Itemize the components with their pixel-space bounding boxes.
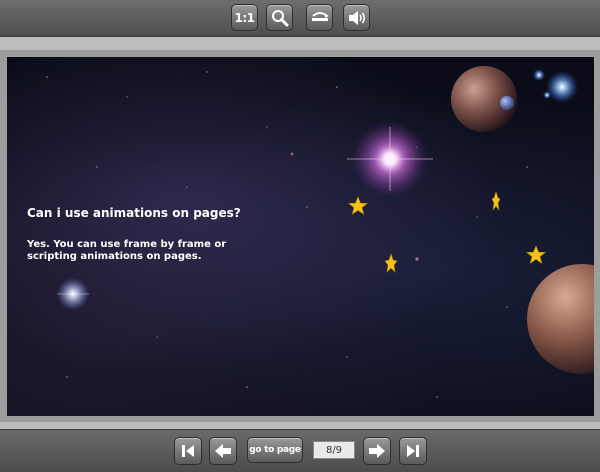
last-page-button[interactable]: [399, 437, 427, 465]
star-icon: [491, 191, 501, 211]
page-indicator[interactable]: 8/9: [313, 441, 355, 459]
page-answer: Yes. You can use frame by frame or scrip…: [27, 239, 227, 262]
page-question: Can i use animations on pages?: [27, 206, 241, 220]
previous-page-button[interactable]: [209, 437, 237, 465]
flip-icon: [311, 11, 329, 21]
star-icon: [384, 253, 398, 273]
space-background: [46, 66, 594, 398]
next-page-icon: [369, 444, 385, 458]
actual-size-label: 1:1: [234, 10, 256, 25]
first-page-icon: [182, 445, 194, 457]
zoom-button[interactable]: [266, 4, 293, 31]
flip-button[interactable]: [306, 4, 333, 31]
previous-page-icon: [215, 444, 231, 458]
speaker-icon: [348, 10, 365, 25]
next-page-button[interactable]: [363, 437, 391, 465]
top-toolbar: [0, 0, 600, 37]
go-to-page-button[interactable]: go to page: [247, 437, 303, 463]
sound-button[interactable]: [343, 4, 370, 31]
first-page-button[interactable]: [174, 437, 202, 465]
star-icon: [526, 245, 546, 264]
star-icon: [348, 196, 368, 215]
actual-size-button[interactable]: 1:1: [231, 4, 258, 31]
book-page: Can i use animations on pages? Yes. You …: [7, 57, 594, 416]
magnifier-icon: [271, 9, 288, 26]
last-page-icon: [407, 445, 419, 457]
